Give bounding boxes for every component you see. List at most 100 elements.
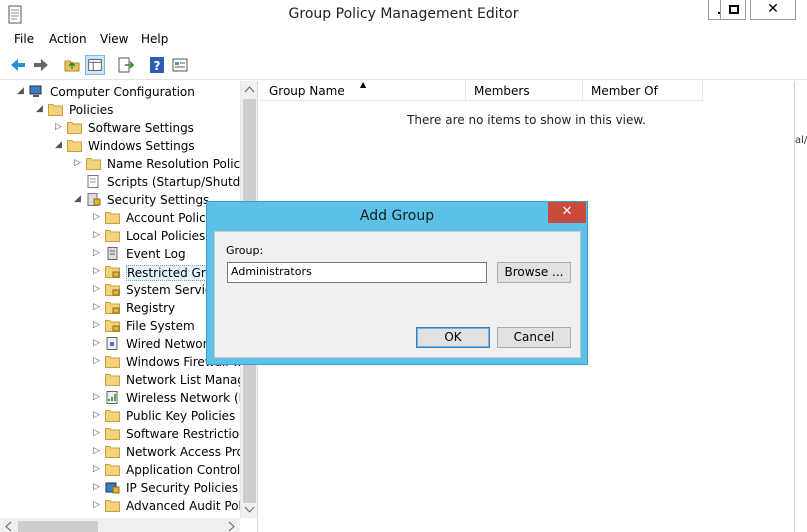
tree-item[interactable]: ▷ Account Policies: [0, 209, 240, 227]
expand-arrow-icon[interactable]: ▷: [93, 482, 103, 494]
tree-item-label: Advanced Audit Policy Configuration: [126, 499, 240, 513]
folder-icon: [67, 122, 82, 134]
expand-arrow-icon[interactable]: ▷: [93, 230, 103, 242]
tree-item[interactable]: ▷ System Services: [0, 281, 240, 299]
tree-item[interactable]: ▷ Software Settings: [0, 119, 240, 137]
help-icon[interactable]: ?: [147, 55, 167, 75]
folder-icon: [105, 446, 120, 458]
dialog-body: Group: Administrators Browse ... OK Canc…: [214, 231, 581, 358]
scroll-right-icon[interactable]: [228, 521, 236, 532]
tree-item[interactable]: ▷ Public Key Policies: [0, 407, 240, 425]
menu-file[interactable]: File: [14, 32, 34, 46]
cancel-button[interactable]: Cancel: [497, 327, 571, 348]
maximize-button[interactable]: [720, 0, 746, 20]
back-arrow-icon[interactable]: [8, 55, 28, 75]
tree-item-label: Name Resolution Policy: [107, 157, 240, 171]
menu-view[interactable]: View: [100, 32, 128, 46]
tree-item-label: Event Log: [126, 247, 186, 261]
security-settings-icon: [87, 193, 101, 206]
tree-item[interactable]: ▷ Wired Network (IEEE 802.3) Policies: [0, 335, 240, 353]
scrollbar-thumb[interactable]: [18, 521, 98, 532]
expand-arrow-icon[interactable]: ▷: [93, 338, 103, 350]
tree-item-label: Software Restriction Policies: [126, 427, 240, 441]
browse-button[interactable]: Browse ...: [497, 262, 571, 283]
event-log-icon: [107, 247, 118, 260]
forward-arrow-icon[interactable]: [31, 55, 51, 75]
tree-item[interactable]: ▷ IP Security Policies on Active Directo…: [0, 479, 240, 497]
folder-lock-icon: [105, 302, 120, 314]
menu-help[interactable]: Help: [141, 32, 168, 46]
tree-item-label: Windows Settings: [88, 139, 195, 153]
tree-item[interactable]: ▷ Registry: [0, 299, 240, 317]
menu-bar: File Action View Help: [0, 30, 807, 50]
collapse-arrow-icon[interactable]: ◢: [74, 194, 84, 206]
expand-arrow-icon[interactable]: ▷: [93, 212, 103, 224]
expand-arrow-icon[interactable]: ▷: [93, 320, 103, 332]
tree-item-label: File System: [126, 319, 195, 333]
collapse-arrow-icon[interactable]: ◢: [17, 86, 27, 98]
scroll-down-icon[interactable]: [244, 506, 255, 514]
expand-arrow-icon[interactable]: ▷: [93, 302, 103, 314]
tree-item[interactable]: ◢ Windows Settings: [0, 137, 240, 155]
export-list-icon[interactable]: [116, 55, 136, 75]
tree-item[interactable]: ▷ Windows Firewall with Advanced Securit…: [0, 353, 240, 371]
tree-item[interactable]: Network List Manager Policies: [0, 371, 240, 389]
menu-action[interactable]: Action: [49, 32, 87, 46]
tree-item[interactable]: ▷ Restricted Groups: [0, 263, 240, 281]
tree-item[interactable]: ▷ Network Access Protection: [0, 443, 240, 461]
close-button[interactable]: ✕: [750, 0, 796, 20]
expand-arrow-icon[interactable]: ▷: [93, 500, 103, 512]
wired-network-icon: [106, 337, 118, 350]
expand-arrow-icon[interactable]: ▷: [74, 158, 84, 170]
folder-icon: [67, 140, 82, 152]
add-group-dialog: Add Group ✕ Group: Administrators Browse…: [206, 201, 588, 365]
column-header-group-name[interactable]: Group Name ▲: [261, 80, 466, 101]
tree-item[interactable]: ▷ Name Resolution Policy: [0, 155, 240, 173]
tree-item[interactable]: Scripts (Startup/Shutdown): [0, 173, 240, 191]
tree-item[interactable]: ▷ Application Control Policies: [0, 461, 240, 479]
computer-icon: [29, 85, 42, 97]
column-header-label: Members: [474, 84, 530, 98]
tree-item-label: Security Settings: [107, 193, 210, 207]
expand-arrow-icon[interactable]: ▷: [93, 356, 103, 368]
column-header-members[interactable]: Members: [466, 81, 583, 101]
tree-item[interactable]: ◢ Security Settings: [0, 191, 240, 209]
firewall-icon: [105, 356, 120, 368]
up-folder-icon[interactable]: [62, 55, 82, 75]
tree-item[interactable]: ▷ Event Log: [0, 245, 240, 263]
expand-arrow-icon[interactable]: ▷: [93, 284, 103, 296]
toolbar: ?: [0, 52, 807, 80]
collapse-arrow-icon[interactable]: ◢: [36, 104, 46, 116]
expand-arrow-icon[interactable]: ▷: [93, 464, 103, 476]
column-header-member-of[interactable]: Member Of: [583, 81, 703, 101]
folder-icon: [105, 374, 120, 386]
expand-arrow-icon[interactable]: ▷: [93, 248, 103, 260]
scroll-up-icon[interactable]: [244, 85, 255, 93]
expand-arrow-icon[interactable]: ▷: [93, 428, 103, 440]
tree-horizontal-scrollbar[interactable]: [0, 518, 240, 532]
group-input[interactable]: Administrators: [227, 262, 487, 283]
close-icon: ✕: [561, 204, 573, 219]
properties-icon[interactable]: [170, 55, 190, 75]
ok-button[interactable]: OK: [416, 327, 490, 348]
tree-item[interactable]: ▷ Wireless Network (IEEE 802.11) Policie…: [0, 389, 240, 407]
tree-item[interactable]: ◢ Policies: [0, 101, 240, 119]
tree-item[interactable]: ◢ Computer Configuration: [0, 83, 240, 101]
svg-text:?: ?: [154, 59, 161, 73]
close-icon: ✕: [767, 1, 779, 17]
expand-arrow-icon[interactable]: ▷: [55, 122, 65, 134]
tree-item[interactable]: ▷ Software Restriction Policies: [0, 425, 240, 443]
scroll-left-icon[interactable]: [4, 521, 12, 532]
expand-arrow-icon[interactable]: ▷: [93, 392, 103, 404]
collapse-arrow-icon[interactable]: ◢: [55, 140, 65, 152]
dialog-close-button[interactable]: ✕: [548, 202, 586, 223]
show-hide-tree-icon[interactable]: [85, 55, 105, 75]
tree-item[interactable]: ▷ File System: [0, 317, 240, 335]
tree-item[interactable]: ▷ Local Policies: [0, 227, 240, 245]
tree-item-label: Public Key Policies: [126, 409, 236, 423]
expand-arrow-icon[interactable]: ▷: [93, 266, 103, 278]
tree-item[interactable]: ▷ Advanced Audit Policy Configuration: [0, 497, 240, 515]
column-header-label: Group Name: [269, 84, 345, 98]
expand-arrow-icon[interactable]: ▷: [93, 410, 103, 422]
expand-arrow-icon[interactable]: ▷: [93, 446, 103, 458]
